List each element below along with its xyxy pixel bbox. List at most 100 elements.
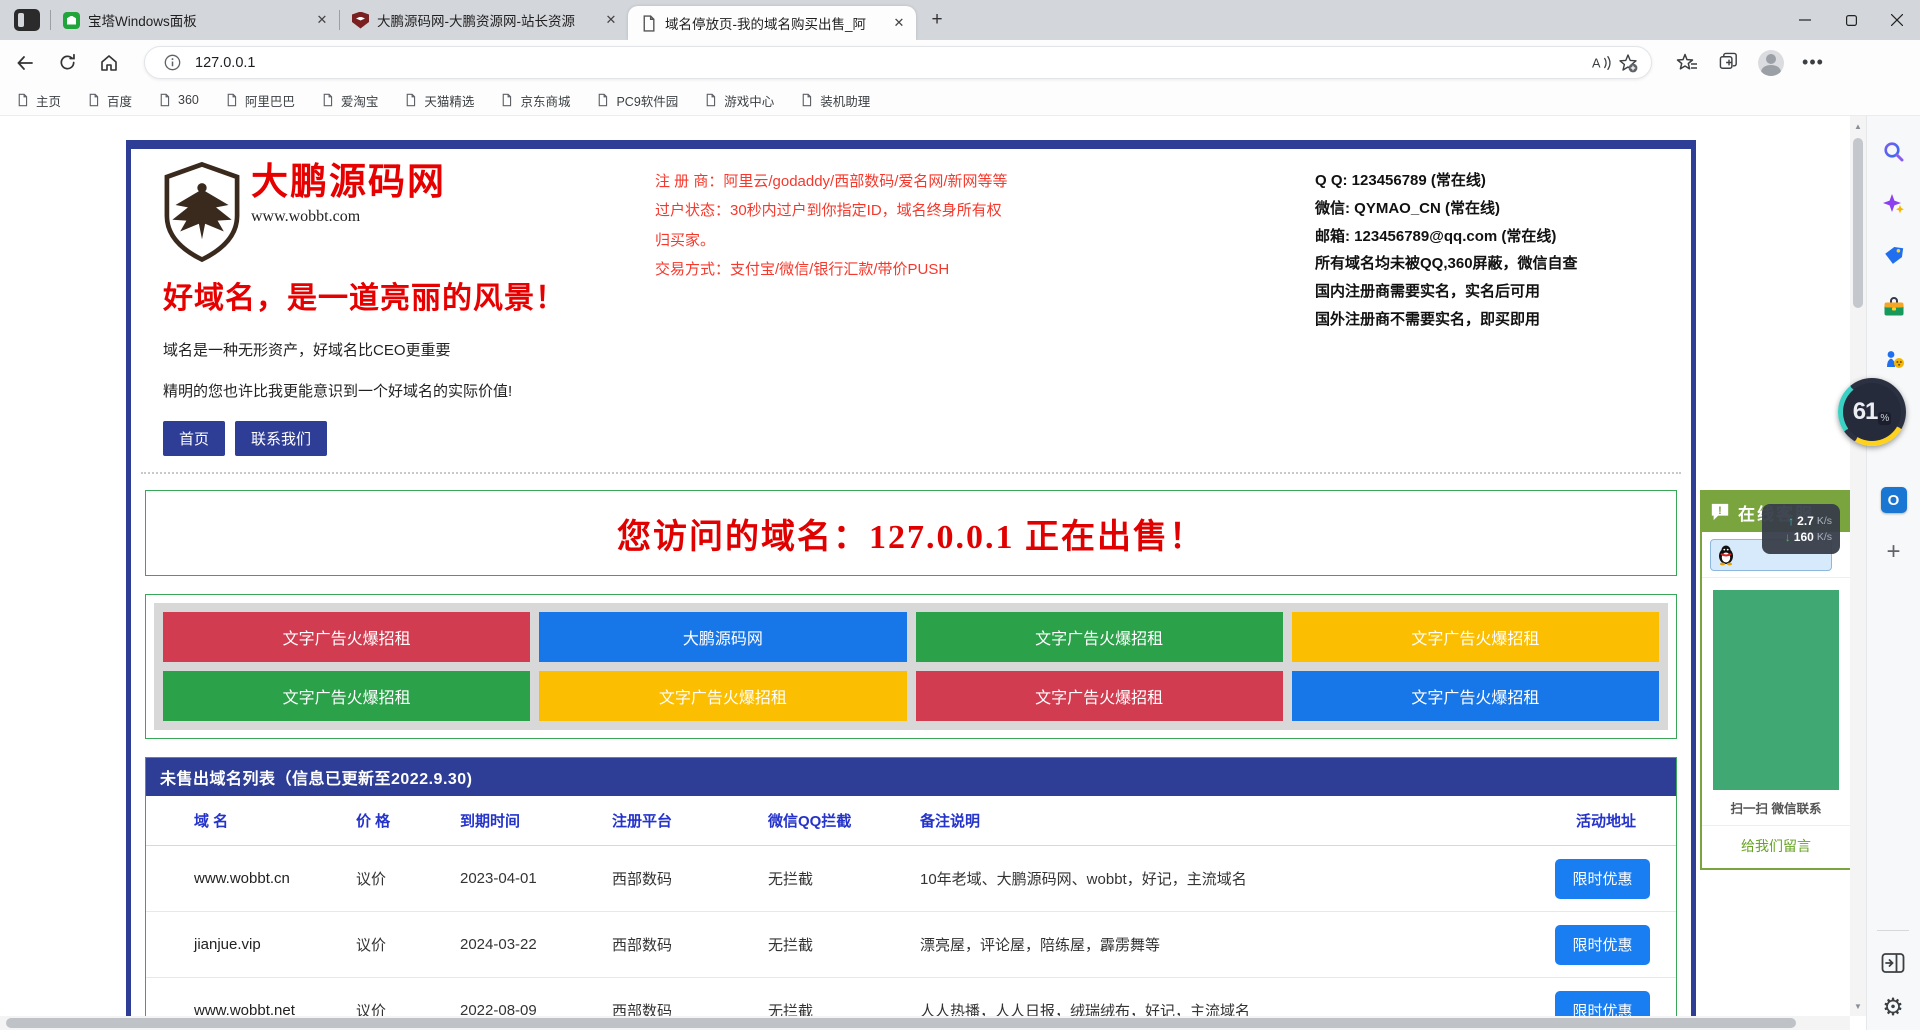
bookmark-label: 百度	[107, 91, 132, 110]
sidebar-toggle-icon[interactable]	[1880, 949, 1907, 976]
bookmark-item[interactable]: 装机助理	[800, 91, 870, 110]
upload-arrow-icon: ↑	[1788, 514, 1794, 528]
contact-line: 邮箱: 123456789@qq.com (常在线)	[1315, 223, 1665, 251]
rail-bottom-group: ⚙	[1866, 930, 1920, 1021]
window-close-button[interactable]	[1874, 0, 1920, 40]
bookmark-item[interactable]: 百度	[87, 91, 132, 110]
address-bar[interactable]: 127.0.0.1 A	[144, 46, 1652, 79]
tab-title: 域名停放页-我的域名购买出售_阿	[665, 13, 882, 33]
bookmark-label: 游戏中心	[724, 91, 774, 110]
cell-expire: 2024-03-22	[460, 936, 612, 953]
cell-price: 议价	[356, 934, 460, 955]
register-info: 注 册 商：阿里云/godaddy/西部数码/爱名网/新网等等 过户状态：30秒…	[655, 167, 1015, 456]
bookmark-item[interactable]: 阿里巴巴	[225, 91, 295, 110]
download-speed: 160	[1794, 530, 1814, 544]
add-sidebar-icon[interactable]: +	[1880, 538, 1907, 565]
profile-avatar[interactable]	[1758, 50, 1784, 76]
site-url: www.wobbt.com	[251, 208, 446, 226]
read-aloud-icon[interactable]: A	[1589, 50, 1615, 76]
bookmark-item[interactable]: 游戏中心	[704, 91, 774, 110]
vertical-scrollbar[interactable]: ▲ ▼	[1850, 116, 1866, 1016]
window-minimize-button[interactable]	[1782, 0, 1828, 40]
back-button[interactable]	[8, 46, 42, 80]
window-maximize-button[interactable]	[1828, 0, 1874, 40]
tab-close-icon[interactable]: ✕	[602, 11, 620, 29]
chat-bubble-icon: !	[1710, 502, 1730, 522]
bookmark-item[interactable]: PC9软件园	[596, 91, 678, 110]
scroll-down-arrow[interactable]: ▼	[1850, 998, 1866, 1014]
bookmark-label: 主页	[36, 91, 61, 110]
table-title: 未售出域名列表（信息已更新至2022.9.30)	[146, 758, 1676, 796]
horizontal-scrollbar[interactable]	[0, 1016, 1850, 1030]
scroll-up-arrow[interactable]: ▲	[1850, 118, 1866, 134]
contact-info: Q Q: 123456789 (常在线) 微信: QYMAO_CN (常在线) …	[1315, 167, 1665, 456]
bookmark-item[interactable]: 天猫精选	[404, 91, 474, 110]
search-icon[interactable]	[1880, 138, 1907, 165]
tab-actions-icon[interactable]	[14, 9, 40, 31]
bookmark-item[interactable]: 主页	[16, 91, 61, 110]
column-header: 备注说明	[920, 810, 1526, 831]
nav-contact-button[interactable]: 联系我们	[235, 421, 327, 456]
cell-domain: www.wobbt.cn	[194, 870, 356, 887]
ad-slot[interactable]: 文字广告火爆招租	[163, 671, 530, 721]
refresh-button[interactable]	[50, 46, 84, 80]
column-header: 注册平台	[612, 810, 768, 831]
bookmark-item[interactable]: 360	[158, 93, 199, 107]
speed-unit: K/s	[1817, 531, 1832, 543]
leave-message-link[interactable]: 给我们留言	[1702, 826, 1850, 868]
copilot-icon[interactable]	[1880, 190, 1907, 217]
download-arrow-icon: ↓	[1785, 530, 1791, 544]
nav-home-button[interactable]: 首页	[163, 421, 225, 456]
site-favicon	[352, 12, 369, 29]
tab-title: 大鹏源码网-大鹏资源网-站长资源	[377, 10, 594, 30]
tab-baota-panel[interactable]: 宝塔Windows面板 ✕	[51, 0, 339, 40]
settings-gear-icon[interactable]: ⚙	[1880, 994, 1907, 1021]
bookmarks-bar: 主页 百度 360 阿里巴巴 爱淘宝 天猫精选 京东商城 PC9软件园 游戏中心…	[0, 85, 1920, 116]
download-progress-widget[interactable]: 61 %	[1838, 378, 1906, 446]
bookmark-item[interactable]: 京东商城	[500, 91, 570, 110]
tab-title: 宝塔Windows面板	[88, 10, 305, 30]
horizontal-scroll-thumb[interactable]	[6, 1018, 1796, 1028]
url-text[interactable]: 127.0.0.1	[195, 55, 1589, 71]
ad-slot[interactable]: 文字广告火爆招租	[163, 612, 530, 662]
ad-slot[interactable]: 文字广告火爆招租	[916, 671, 1283, 721]
tab-domain-parking-active[interactable]: 域名停放页-我的域名购买出售_阿 ✕	[628, 6, 916, 40]
ad-slot[interactable]: 文字广告火爆招租	[1292, 612, 1659, 662]
svg-text:A: A	[1592, 55, 1601, 70]
tab-close-icon[interactable]: ✕	[313, 11, 331, 29]
browser-menu-icon[interactable]: •••	[1800, 50, 1826, 76]
page-favicon	[640, 15, 657, 32]
contact-line: 国内注册商需要实名，实名后可用	[1315, 278, 1665, 306]
ad-slot[interactable]: 文字广告火爆招租	[916, 612, 1283, 662]
contact-line: 所有域名均未被QQ,360屏蔽，微信自查	[1315, 250, 1665, 278]
bookmark-item[interactable]: 爱淘宝	[321, 91, 379, 110]
collections-icon[interactable]	[1716, 50, 1742, 76]
dotted-divider	[141, 472, 1681, 474]
favorites-icon[interactable]	[1674, 50, 1700, 76]
column-header: 价 格	[356, 810, 460, 831]
ad-slot[interactable]: 文字广告火爆招租	[1292, 671, 1659, 721]
limited-offer-button[interactable]: 限时优惠	[1555, 925, 1650, 965]
outlook-icon[interactable]: O	[1881, 487, 1907, 513]
bookmark-label: 京东商城	[520, 91, 570, 110]
bookmark-label: 爱淘宝	[341, 91, 379, 110]
tab-close-icon[interactable]: ✕	[890, 14, 908, 32]
download-percent: 61	[1853, 398, 1878, 426]
new-tab-button[interactable]: +	[922, 5, 952, 35]
bookmark-label: 360	[178, 93, 199, 107]
ad-slot[interactable]: 大鹏源码网	[539, 612, 906, 662]
bookmark-label: PC9软件园	[616, 91, 678, 110]
vertical-scroll-thumb[interactable]	[1853, 138, 1863, 308]
toolbox-icon[interactable]	[1880, 294, 1907, 321]
intro-line-1: 域名是一种无形资产，好域名比CEO更重要	[163, 339, 633, 360]
shopping-tag-icon[interactable]	[1880, 242, 1907, 269]
site-info-icon[interactable]	[159, 50, 185, 76]
add-favorite-icon[interactable]	[1615, 50, 1641, 76]
tab-dapeng-site[interactable]: 大鹏源码网-大鹏资源网-站长资源 ✕	[340, 0, 628, 40]
home-button[interactable]	[92, 46, 126, 80]
rail-divider	[1877, 930, 1909, 931]
limited-offer-button[interactable]: 限时优惠	[1555, 859, 1650, 899]
ad-slot[interactable]: 文字广告火爆招租	[539, 671, 906, 721]
ad-section: 文字广告火爆招租 大鹏源码网 文字广告火爆招租 文字广告火爆招租 文字广告火爆招…	[145, 594, 1677, 739]
games-icon[interactable]	[1880, 346, 1907, 373]
